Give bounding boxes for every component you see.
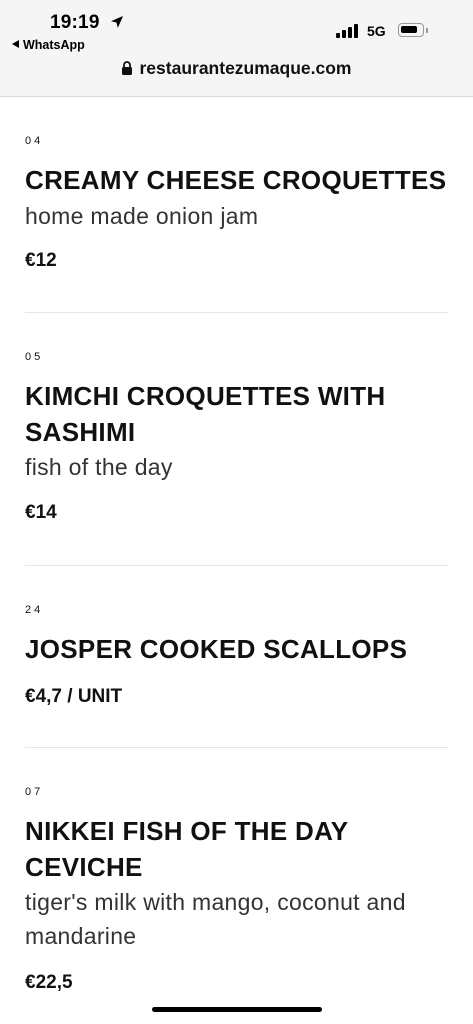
menu-item: 07 NIKKEI FISH OF THE DAY CEVICHE tiger'…	[25, 748, 448, 1018]
battery-icon	[398, 23, 424, 37]
battery-level-fill	[401, 26, 417, 33]
back-triangle-icon	[12, 40, 19, 48]
menu-item: 05 KIMCHI CROQUETTES WITH SASHIMI fish o…	[25, 313, 448, 566]
menu-item: 04 CREAMY CHEESE CROQUETTES home made on…	[25, 97, 448, 313]
cellular-signal-icon	[336, 24, 360, 38]
item-name: KIMCHI CROQUETTES WITH SASHIMI	[25, 381, 386, 447]
location-arrow-icon	[111, 16, 123, 28]
address-bar[interactable]: restaurantezumaque.com	[0, 58, 473, 79]
item-number: 07	[25, 786, 44, 798]
browser-top-bar: 19:19 WhatsApp 5G restaurantezumaque.com	[0, 0, 473, 97]
item-price: €14	[25, 502, 57, 523]
menu-item: 24 JOSPER COOKED SCALLOPS €4,7 / UNIT	[25, 566, 448, 748]
item-price: €22,5	[25, 972, 73, 993]
item-name: JOSPER COOKED SCALLOPS	[25, 634, 408, 664]
network-type: 5G	[367, 23, 386, 39]
back-app-label: WhatsApp	[23, 38, 85, 52]
item-name: CREAMY CHEESE CROQUETTES	[25, 165, 447, 195]
item-name: NIKKEI FISH OF THE DAY CEVICHE	[25, 816, 348, 882]
item-description: tiger's milk with mango, coconut and man…	[25, 889, 406, 949]
item-number: 05	[25, 351, 44, 363]
url-text: restaurantezumaque.com	[139, 58, 352, 78]
back-to-app-link[interactable]: WhatsApp	[12, 38, 85, 52]
status-time: 19:19	[50, 12, 100, 33]
lock-icon	[122, 61, 133, 75]
home-indicator[interactable]	[152, 1007, 322, 1012]
item-number: 04	[25, 135, 44, 147]
battery-tip	[426, 28, 428, 33]
item-price: €12	[25, 250, 57, 271]
item-description: fish of the day	[25, 454, 173, 480]
item-price: €4,7 / UNIT	[25, 686, 123, 707]
menu-list: 04 CREAMY CHEESE CROQUETTES home made on…	[0, 97, 473, 1018]
item-number: 24	[25, 604, 44, 616]
item-description: home made onion jam	[25, 203, 259, 229]
